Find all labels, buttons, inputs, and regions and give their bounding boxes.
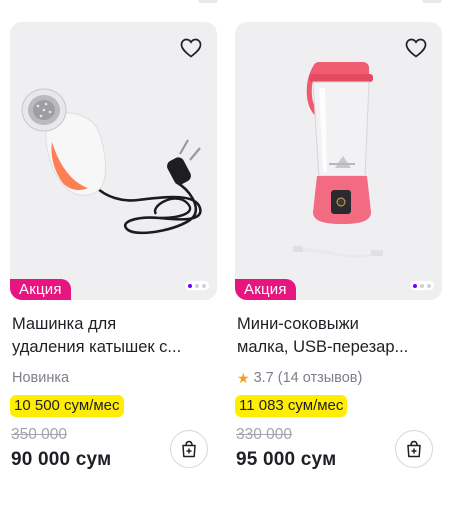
add-to-cart-button[interactable] (170, 430, 208, 468)
previous-row-cart-edge (188, 0, 228, 4)
rating-row: ★ 3.7 (14 отзывов) (235, 368, 442, 388)
image-carousel-dots (185, 281, 209, 290)
product-card[interactable]: Акция Мини-соковыжи малка, USB-перезар..… (235, 22, 442, 471)
product-card[interactable]: Акция Машинка для удаления катышек с... … (10, 22, 217, 471)
product-image (293, 62, 383, 258)
image-carousel-dots (410, 281, 434, 290)
installment-price: 10 500 сум/мес (10, 395, 124, 417)
product-image (21, 88, 202, 235)
heart-icon[interactable] (179, 36, 203, 60)
star-icon: ★ (237, 369, 250, 386)
product-image-area[interactable]: Акция (235, 22, 442, 300)
add-to-cart-button[interactable] (395, 430, 433, 468)
rating-value: 3.7 (253, 370, 274, 386)
previous-row-cart-edge (412, 0, 450, 4)
new-label: Новинка (12, 370, 70, 386)
reviews-count: (14 отзывов) (277, 370, 363, 386)
promo-badge: Акция (10, 279, 71, 300)
product-title[interactable]: Машинка для удаления катышек с... (10, 313, 217, 359)
promo-badge: Акция (235, 279, 296, 300)
installment-price: 11 083 сум/мес (235, 395, 348, 417)
add-to-cart-bag-icon (182, 440, 196, 458)
product-title[interactable]: Мини-соковыжи малка, USB-перезар... (235, 313, 442, 359)
heart-icon[interactable] (404, 36, 428, 60)
add-to-cart-bag-icon (407, 440, 421, 458)
product-image-area[interactable]: Акция (10, 22, 217, 300)
